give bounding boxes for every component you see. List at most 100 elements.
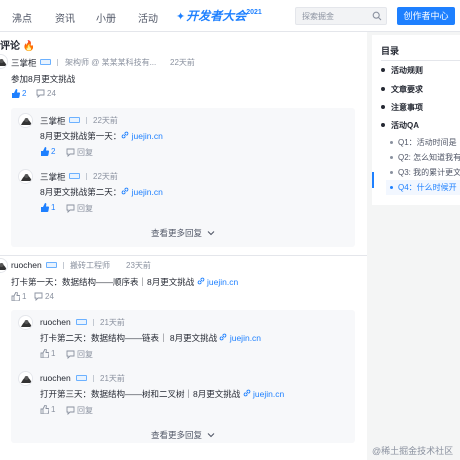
toc-active-indicator — [372, 172, 374, 188]
reply-button[interactable]: 回复 — [66, 203, 93, 214]
level-badge — [76, 375, 87, 381]
thumbs-up-icon — [11, 291, 21, 302]
bullet-icon — [381, 123, 385, 127]
toc-item[interactable]: 文章要求 — [381, 84, 423, 95]
toc-item[interactable]: 活动QA — [381, 120, 419, 131]
bullet-icon — [390, 141, 393, 144]
search-input[interactable]: 探索掘金 — [295, 7, 387, 25]
view-more-replies-button[interactable]: 查看更多回复 — [151, 227, 215, 239]
nav-item-news[interactable]: 资讯 — [55, 10, 75, 25]
chevron-down-icon — [208, 433, 215, 438]
reply-author[interactable]: 三掌柜 — [40, 171, 66, 183]
like-button[interactable]: 2 — [11, 89, 26, 98]
nav-item-pins[interactable]: 沸点 — [12, 10, 32, 25]
toc-item[interactable]: 注意事项 — [381, 102, 423, 113]
divider — [57, 59, 58, 66]
reply-button[interactable]: 回复 — [66, 349, 93, 360]
section-title-text: 评论 — [0, 41, 20, 52]
bullet-icon — [390, 171, 393, 174]
comment-link[interactable]: juejin.cn — [194, 277, 238, 287]
reply-link[interactable]: juejin.cn — [240, 389, 284, 399]
level-badge — [40, 59, 51, 65]
watermark: @稀土掘金技术社区 — [372, 446, 454, 456]
comment-button[interactable]: 24 — [34, 292, 54, 302]
like-count: 1 — [51, 405, 56, 414]
brand-star-icon: ✦ — [176, 11, 186, 23]
divider — [86, 173, 87, 180]
comment-text: 打卡第一天：数据结构——顺序表｜8月更文挑战 juejin.cn — [11, 276, 238, 288]
author-title: 架构师 @ 某某某科技有... — [65, 58, 157, 67]
divider — [93, 319, 94, 326]
dev-conference-link[interactable]: ✦开发者大会2021 — [176, 7, 262, 24]
toc-subitem[interactable]: Q1：活动时间是 — [390, 137, 457, 148]
reply-time: 21天前 — [100, 318, 125, 327]
link-icon — [121, 187, 129, 195]
toc-item[interactable]: 活动规则 — [381, 65, 423, 76]
like-button[interactable]: 1 — [40, 404, 56, 415]
bullet-icon — [390, 156, 393, 159]
toc-subitem-active[interactable]: Q4：什么时候开 — [386, 180, 460, 195]
reply-button[interactable]: 回复 — [66, 405, 93, 416]
nav-item-books[interactable]: 小册 — [96, 10, 116, 25]
reply-link[interactable]: juejin.cn — [121, 131, 163, 141]
reply-author[interactable]: ruochen — [40, 317, 71, 327]
avatar[interactable] — [18, 315, 33, 330]
like-button[interactable]: 1 — [11, 291, 26, 302]
toc-subitem[interactable]: Q2: 怎么知道我有 — [390, 152, 460, 163]
reply-author[interactable]: ruochen — [40, 373, 71, 383]
comment-text-body: 打卡第一天：数据结构——顺序表｜8月更文挑战 — [11, 277, 195, 287]
like-button[interactable]: 1 — [40, 203, 55, 212]
reply-author[interactable]: 三掌柜 — [40, 115, 66, 127]
toc-subitem-label: Q3: 我的累计更文 — [398, 168, 460, 177]
comment-link-text: juejin.cn — [206, 277, 239, 287]
avatar[interactable] — [18, 371, 33, 386]
link-icon — [121, 131, 129, 139]
comment-count: 24 — [47, 89, 56, 98]
comment-author[interactable]: ruochen — [11, 260, 42, 270]
comment-author[interactable]: 三掌柜 — [11, 57, 37, 69]
fire-icon: 🔥 — [22, 41, 36, 52]
comment-count: 24 — [45, 292, 54, 301]
view-more-label: 查看更多回复 — [151, 430, 203, 440]
brand-label: 开发者大会 — [186, 9, 247, 23]
nav-item-events[interactable]: 活动 — [138, 10, 158, 25]
like-count: 1 — [51, 203, 56, 212]
thumbs-up-icon — [12, 89, 21, 98]
comment-icon — [66, 148, 75, 158]
divider — [86, 117, 87, 124]
link-icon — [197, 277, 204, 285]
avatar[interactable] — [0, 258, 8, 273]
reply-time: 21天前 — [100, 374, 125, 383]
like-button[interactable]: 1 — [40, 348, 55, 359]
avatar[interactable] — [18, 113, 33, 128]
link-icon — [243, 389, 250, 397]
reply-text: 8月更文挑战第一天： juejin.cn — [40, 130, 163, 142]
view-more-replies-button[interactable]: 查看更多回复 — [151, 429, 215, 441]
creator-center-button[interactable]: 创作者中心 — [397, 7, 455, 25]
link-icon — [220, 333, 227, 341]
toc-subitem-label: Q2: 怎么知道我有 — [398, 153, 460, 162]
reply-link-text: juejin.cn — [131, 187, 163, 197]
reply-link[interactable]: juejin.cn — [121, 187, 163, 197]
toc-subitem-label: Q4：什么时候开 — [398, 183, 457, 192]
reply-button[interactable]: 回复 — [66, 147, 93, 158]
level-badge — [69, 117, 80, 123]
reply-label: 回复 — [77, 406, 93, 415]
comment-time: 23天前 — [126, 261, 151, 270]
like-button[interactable]: 2 — [40, 147, 55, 156]
level-badge — [69, 173, 80, 179]
thumbs-up-icon — [40, 348, 50, 359]
avatar[interactable] — [18, 169, 33, 184]
avatar[interactable] — [0, 54, 8, 69]
section-title: 评论 🔥 — [0, 37, 35, 52]
reply-link[interactable]: juejin.cn — [217, 333, 261, 343]
bullet-icon — [390, 186, 393, 189]
reply-label: 回复 — [77, 204, 93, 213]
search-icon[interactable] — [372, 11, 382, 21]
comment-time: 22天前 — [170, 58, 195, 67]
toc-subitem[interactable]: Q3: 我的累计更文 — [390, 167, 460, 178]
thumbs-up-icon — [40, 404, 50, 415]
reply-link-text: juejin.cn — [229, 333, 262, 343]
comment-button[interactable]: 24 — [36, 89, 56, 99]
reply-text-body: 8月更文挑战第二天： — [40, 187, 122, 197]
